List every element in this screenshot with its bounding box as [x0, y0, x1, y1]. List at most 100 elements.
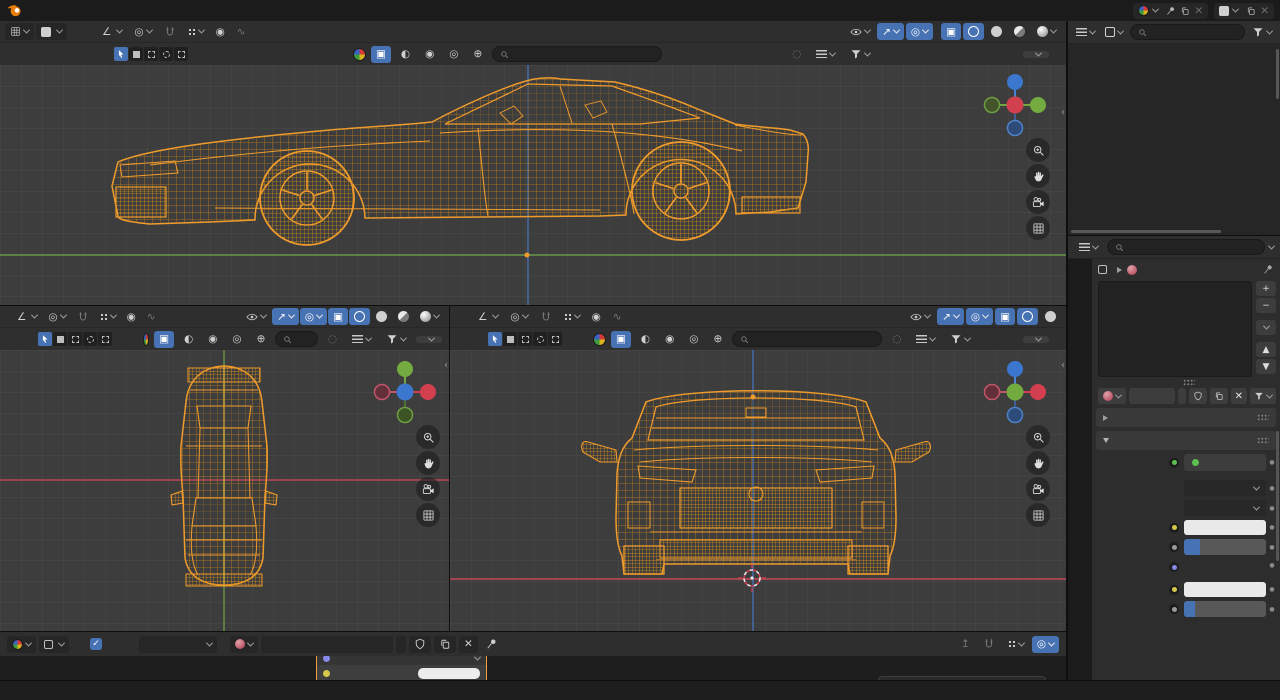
editor-type-button[interactable]	[5, 23, 34, 40]
collections-filter[interactable]	[911, 331, 940, 348]
transform-orientation[interactable]: ∠	[12, 308, 42, 325]
node-color-swatch[interactable]	[418, 668, 480, 679]
navigation-gizmo[interactable]	[370, 357, 440, 427]
outliner-filter-button[interactable]	[1249, 24, 1275, 41]
shading-rendered[interactable]	[1032, 23, 1061, 40]
select-extend-button[interactable]	[548, 332, 562, 346]
gizmo-dropdown[interactable]: ↗	[937, 308, 964, 325]
node-panel[interactable]	[878, 676, 1046, 680]
cloud-icon[interactable]: ◌	[787, 46, 806, 63]
select-circle-button[interactable]	[518, 332, 532, 346]
outliner-scene-filter[interactable]	[1102, 24, 1126, 41]
snap-target[interactable]	[559, 308, 585, 325]
list-resize-grip[interactable]	[1183, 379, 1195, 386]
base-color-swatch[interactable]	[1184, 520, 1266, 535]
perspective-toggle-button[interactable]	[416, 503, 440, 527]
viewport-canvas-front[interactable]: ‹	[450, 350, 1066, 631]
region-collapse-arrow[interactable]: ‹	[1061, 107, 1065, 118]
proportional-editing-toggle[interactable]: ◉	[211, 23, 230, 40]
shading-wireframe[interactable]	[1017, 308, 1038, 325]
shading-material[interactable]	[393, 308, 414, 325]
select-tweak-button[interactable]	[38, 332, 52, 346]
proportional-editing-toggle[interactable]: ◉	[587, 308, 606, 325]
overlay-sphere-2[interactable]: ◉	[660, 331, 679, 348]
unlink-button[interactable]: ✕	[1231, 388, 1247, 404]
overlays-dropdown[interactable]: ◎	[906, 23, 933, 40]
zoom-button[interactable]	[1026, 425, 1050, 449]
annotation-color-icon[interactable]	[593, 333, 606, 346]
copy-icon[interactable]	[1246, 6, 1256, 16]
vertical-scrollbar[interactable]	[1276, 49, 1279, 99]
material-users-count[interactable]	[396, 636, 406, 653]
horizontal-scrollbar[interactable]	[1071, 230, 1221, 233]
perspective-toggle-button[interactable]	[1026, 216, 1050, 240]
subsurface-scale-slider[interactable]	[1184, 601, 1266, 617]
pin-button[interactable]	[481, 636, 503, 653]
proportional-falloff[interactable]: ∿	[232, 23, 251, 40]
material-name-field[interactable]	[261, 636, 393, 653]
shading-solid[interactable]	[1040, 308, 1061, 325]
shading-material[interactable]	[1009, 23, 1030, 40]
shading-wireframe[interactable]	[963, 23, 984, 40]
navigation-gizmo[interactable]	[980, 70, 1050, 140]
pan-button[interactable]	[1026, 451, 1050, 475]
slot-specials-button[interactable]	[1256, 320, 1276, 335]
options-button[interactable]	[1023, 51, 1049, 58]
options-button[interactable]	[1023, 336, 1049, 343]
vector-socket[interactable]	[323, 656, 330, 662]
material-name-field[interactable]	[1129, 388, 1175, 404]
pivot-point[interactable]: ◎	[505, 308, 532, 325]
overlay-square-toggle[interactable]: ▣	[154, 331, 174, 348]
cloud-icon[interactable]: ◌	[887, 331, 906, 348]
filter-dropdown[interactable]	[945, 331, 975, 348]
filter-dropdown[interactable]	[845, 46, 875, 63]
scene-selector[interactable]: ✕	[1133, 3, 1208, 19]
xray-toggle[interactable]: ▣	[941, 23, 961, 40]
unlink-icon[interactable]: ✕	[1194, 5, 1203, 17]
overlay-globe[interactable]: ◎	[227, 331, 246, 348]
snap-toggle[interactable]	[72, 308, 94, 325]
gizmo-dropdown[interactable]: ↗	[272, 308, 299, 325]
copy-icon[interactable]	[1180, 6, 1190, 16]
select-tweak-button[interactable]	[488, 332, 502, 346]
gizmo-dropdown[interactable]: ↗	[877, 23, 904, 40]
unlink-material-button[interactable]: ✕	[459, 636, 478, 653]
subsurface-slider[interactable]	[1184, 539, 1266, 555]
properties-editor-type[interactable]	[1074, 239, 1103, 256]
snap-target[interactable]	[183, 23, 209, 40]
select-lasso-button[interactable]	[83, 332, 97, 346]
viewlayer-selector[interactable]: ✕	[1214, 3, 1274, 19]
snap-toggle[interactable]	[978, 636, 1000, 653]
properties-options-chevron[interactable]	[1268, 242, 1275, 249]
panel-preview[interactable]	[1096, 408, 1276, 427]
mode-selector[interactable]	[36, 23, 67, 40]
perspective-toggle-button[interactable]	[1026, 503, 1050, 527]
use-nodes-checkbox[interactable]	[85, 636, 110, 653]
snap-target[interactable]	[95, 308, 121, 325]
overlays-dropdown[interactable]: ◎	[966, 308, 993, 325]
blender-logo-icon[interactable]	[6, 2, 23, 19]
select-box-button[interactable]	[53, 332, 67, 346]
editor-type-button[interactable]	[7, 636, 36, 653]
camera-view-button[interactable]	[1026, 190, 1050, 214]
overlay-brush[interactable]: ⊕	[252, 331, 271, 348]
select-lasso-button[interactable]	[533, 332, 547, 346]
filter-dropdown[interactable]	[381, 331, 411, 348]
overlay-square-toggle[interactable]: ▣	[371, 46, 391, 63]
visibility-dropdown[interactable]	[241, 308, 271, 325]
shader-mode-dropdown[interactable]	[39, 636, 69, 653]
snap-toggle[interactable]	[535, 308, 557, 325]
shading-solid[interactable]	[986, 23, 1007, 40]
proportional-editing-toggle[interactable]: ◉	[122, 308, 141, 325]
zoom-button[interactable]	[416, 425, 440, 449]
select-circle-button[interactable]	[144, 47, 158, 61]
outliner-search[interactable]	[1130, 24, 1245, 40]
zoom-button[interactable]	[1026, 138, 1050, 162]
overlay-sphere-1[interactable]: ◐	[396, 46, 415, 63]
fake-user-button[interactable]	[409, 636, 431, 653]
cloud-icon[interactable]: ◌	[323, 331, 342, 348]
pin-icon[interactable]	[1166, 6, 1176, 16]
viewport-search[interactable]	[275, 331, 317, 347]
remove-slot-button[interactable]: −	[1256, 298, 1276, 313]
collections-filter[interactable]	[811, 46, 840, 63]
